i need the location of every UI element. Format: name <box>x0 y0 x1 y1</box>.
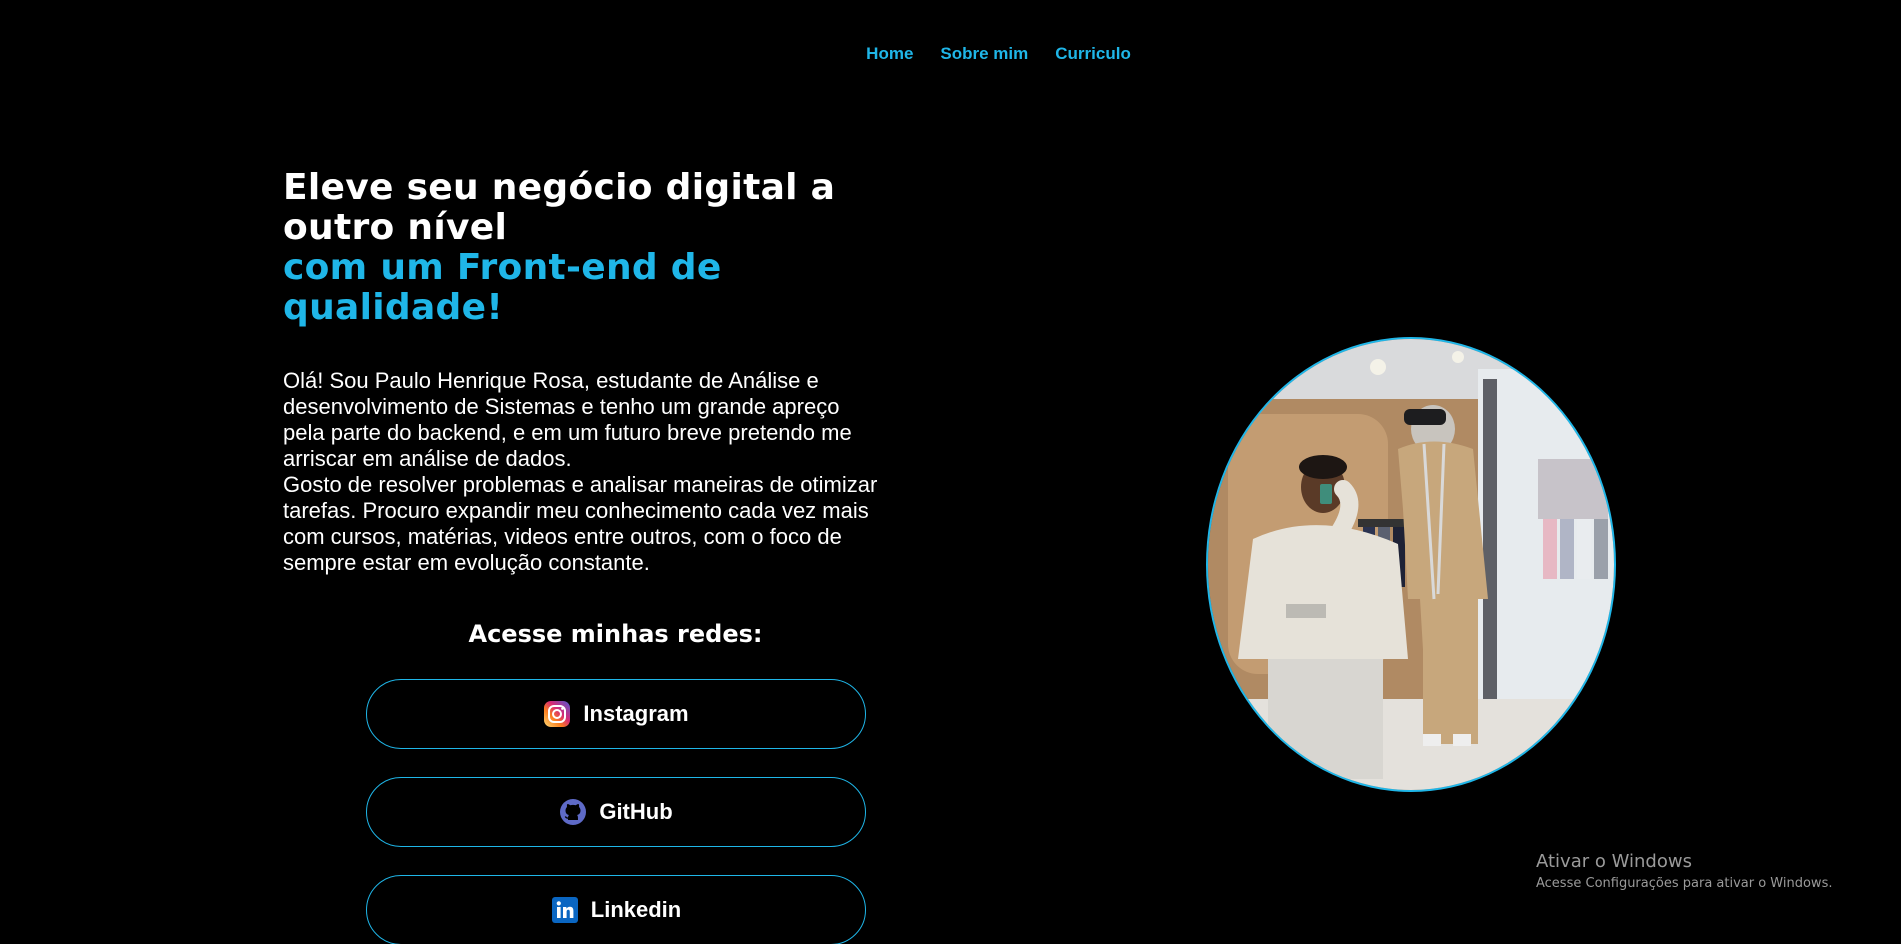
bio-text: Olá! Sou Paulo Henrique Rosa, estudante … <box>283 368 878 575</box>
watermark-title: Ativar o Windows <box>1536 851 1692 872</box>
linkedin-label: Linkedin <box>590 897 682 922</box>
nav-link-home[interactable]: Home <box>866 44 913 64</box>
instagram-icon <box>543 700 571 728</box>
social-title: Acesse minhas redes: <box>468 620 763 648</box>
github-icon <box>559 798 587 826</box>
headline-line-1: Eleve seu negócio digital a <box>283 167 836 208</box>
hero-section: Eleve seu negócio digital a outro nível … <box>283 168 963 576</box>
github-button[interactable]: GitHub <box>366 777 866 847</box>
nav-link-sobre-mim[interactable]: Sobre mim <box>940 44 1028 64</box>
profile-photo <box>1206 337 1616 792</box>
linkedin-button[interactable]: Linkedin <box>366 875 866 944</box>
headline-line-2: outro nível <box>283 207 508 248</box>
instagram-button[interactable]: Instagram <box>366 679 866 749</box>
windows-activation-watermark: Ativar o Windows Acesse Configurações pa… <box>1536 851 1832 891</box>
github-label: GitHub <box>599 799 673 824</box>
linkedin-icon <box>551 896 579 924</box>
hero-headline: Eleve seu negócio digital a outro nível … <box>283 168 963 328</box>
headline-accent-1: com um Front-end de <box>283 247 722 288</box>
instagram-label: Instagram <box>583 701 689 726</box>
nav-link-curriculo[interactable]: Curriculo <box>1055 44 1131 64</box>
page: Home Sobre mim Curriculo Eleve seu negóc… <box>0 0 1901 944</box>
watermark-subtitle: Acesse Configurações para ativar o Windo… <box>1536 876 1833 891</box>
top-nav: Home Sobre mim Curriculo <box>0 44 1901 64</box>
headline-accent-2: qualidade! <box>283 287 504 328</box>
profile-photo-illustration <box>1208 339 1614 790</box>
nav-links: Home Sobre mim Curriculo <box>866 44 1131 64</box>
